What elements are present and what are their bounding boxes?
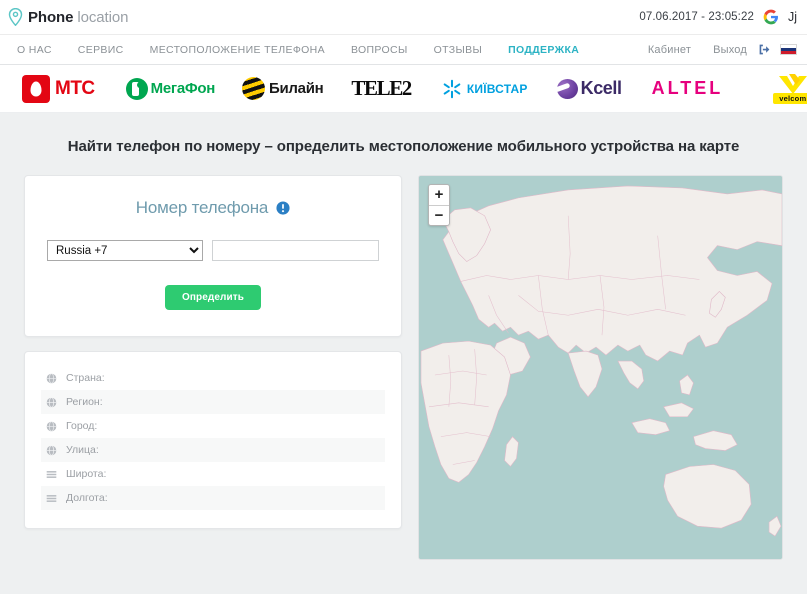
site-logo[interactable]: Phone location bbox=[8, 8, 128, 26]
form-title-label: Номер телефона bbox=[135, 198, 269, 217]
country-code-select[interactable]: Russia +7 bbox=[47, 240, 203, 261]
map-panel[interactable]: + − bbox=[418, 175, 783, 560]
map-zoom-controls[interactable]: + − bbox=[428, 184, 450, 226]
datetime-display: 07.06.2017 - 23:05:22 bbox=[639, 11, 754, 23]
brand-name-light: location bbox=[77, 8, 129, 26]
operator-name: ALTEL bbox=[651, 78, 724, 98]
operator-logo-kyivstar: КИЇВСТАР bbox=[441, 78, 528, 100]
operator-logo-strip: МТС МегаФон Билайн TELE2 КИЇВСТАР Kcell … bbox=[0, 65, 807, 113]
result-label: Страна: bbox=[66, 372, 105, 384]
results-panel: Страна: Регион: Город: Улица: Широта: До… bbox=[24, 351, 402, 529]
globe-icon bbox=[46, 372, 57, 384]
velcom-mark-icon bbox=[778, 74, 807, 94]
operator-name: Kcell bbox=[580, 78, 622, 98]
operator-logo-beeline: Билайн bbox=[242, 77, 324, 100]
result-row-country: Страна: bbox=[41, 366, 385, 390]
result-label: Улица: bbox=[66, 444, 99, 456]
list-icon bbox=[46, 494, 57, 502]
main-navigation: О НАС СЕРВИС МЕСТОПОЛОЖЕНИЕ ТЕЛЕФОНА ВОП… bbox=[0, 34, 807, 65]
determine-button[interactable]: Определить bbox=[165, 285, 261, 310]
info-exclamation-icon[interactable] bbox=[276, 201, 290, 215]
globe-icon bbox=[46, 444, 57, 456]
kcell-mark-icon bbox=[556, 78, 578, 99]
nav-link-logout[interactable]: Выход bbox=[702, 44, 758, 56]
operator-logo-mts: МТС bbox=[22, 74, 95, 103]
nav-item-questions[interactable]: ВОПРОСЫ bbox=[338, 44, 421, 56]
operator-name: МегаФон bbox=[150, 80, 216, 97]
result-row-region: Регион: bbox=[41, 390, 385, 414]
result-row-street: Улица: bbox=[41, 438, 385, 462]
phone-lookup-form: Номер телефона Russia +7 Определить bbox=[24, 175, 402, 337]
globe-icon bbox=[46, 420, 57, 432]
form-input-row: Russia +7 bbox=[47, 240, 379, 261]
google-g-icon[interactable] bbox=[763, 9, 779, 25]
account-name[interactable]: Jj bbox=[788, 10, 797, 24]
nav-item-service[interactable]: СЕРВИС bbox=[65, 44, 137, 56]
page-title: Найти телефон по номеру – определить мес… bbox=[67, 138, 740, 155]
operator-name: МТС bbox=[55, 77, 95, 99]
russia-flag-icon[interactable] bbox=[780, 44, 797, 55]
beeline-mark-icon bbox=[242, 77, 266, 100]
top-bar-right: 07.06.2017 - 23:05:22 Jj bbox=[639, 9, 797, 25]
nav-item-about[interactable]: О НАС bbox=[4, 44, 65, 56]
operator-logo-kcell: Kcell bbox=[556, 78, 622, 99]
map-pin-icon bbox=[8, 8, 23, 26]
operator-name: КИЇВСТАР bbox=[466, 81, 528, 96]
globe-icon bbox=[46, 396, 57, 408]
logout-icon[interactable] bbox=[758, 43, 771, 56]
result-label: Широта: bbox=[66, 468, 107, 480]
nav-user-area: Кабинет Выход bbox=[637, 43, 797, 56]
operator-logo-altel: ALTEL bbox=[652, 78, 724, 99]
operator-logo-velcom: velcom bbox=[773, 73, 807, 104]
form-title-row: Номер телефона bbox=[47, 198, 379, 218]
mts-mark-icon bbox=[22, 74, 50, 103]
map-zoom-out-button[interactable]: − bbox=[429, 205, 449, 225]
operator-logo-megafon: МегаФон bbox=[125, 77, 216, 100]
nav-item-phone-location[interactable]: МЕСТОПОЛОЖЕНИЕ ТЕЛЕФОНА bbox=[137, 44, 338, 56]
nav-item-support[interactable]: ПОДДЕРЖКА bbox=[495, 44, 592, 56]
world-map[interactable] bbox=[419, 176, 782, 559]
left-column: Номер телефона Russia +7 Определить Стра… bbox=[24, 175, 402, 529]
nav-item-reviews[interactable]: ОТЗЫВЫ bbox=[421, 44, 496, 56]
result-label: Долгота: bbox=[66, 492, 108, 504]
main-content: Номер телефона Russia +7 Определить Стра… bbox=[0, 175, 807, 560]
map-zoom-in-button[interactable]: + bbox=[429, 185, 449, 205]
phone-number-input[interactable] bbox=[212, 240, 379, 261]
list-icon bbox=[46, 470, 57, 478]
result-row-city: Город: bbox=[41, 414, 385, 438]
result-label: Город: bbox=[66, 420, 98, 432]
brand-name-strong: Phone bbox=[28, 8, 74, 26]
kyivstar-mark-icon bbox=[443, 79, 461, 98]
submit-row: Определить bbox=[47, 285, 379, 310]
megafon-mark-icon bbox=[125, 77, 148, 100]
result-label: Регион: bbox=[66, 396, 103, 408]
nav-link-cabinet[interactable]: Кабинет bbox=[637, 44, 702, 56]
operator-name: TELE2 bbox=[351, 76, 412, 100]
result-row-latitude: Широта: bbox=[41, 462, 385, 486]
result-row-longitude: Долгота: bbox=[41, 486, 385, 510]
operator-logo-tele2: TELE2 bbox=[351, 76, 412, 101]
top-bar: Phone location 07.06.2017 - 23:05:22 Jj bbox=[0, 0, 807, 34]
operator-name: Билайн bbox=[269, 80, 324, 97]
